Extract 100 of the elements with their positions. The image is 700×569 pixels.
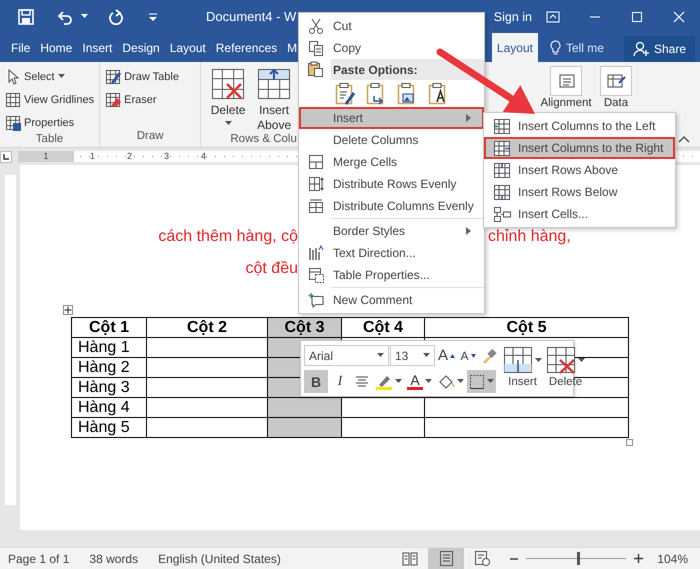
sign-in-link[interactable]: Sign in — [494, 10, 532, 24]
customize-icon[interactable] — [148, 12, 158, 22]
pencil-table-icon — [105, 68, 122, 84]
ribbon-tab[interactable]: Layout — [492, 33, 538, 62]
caret-icon — [487, 379, 494, 384]
menu-item[interactable]: Merge Cells — [299, 151, 484, 173]
ribbon-button[interactable]: Properties — [4, 112, 96, 133]
caret-icon — [81, 14, 88, 19]
tell-me-field[interactable]: Tell me — [538, 33, 616, 62]
caret-icon — [58, 74, 65, 79]
word-count: 38 words — [89, 552, 138, 566]
table-insert-above-icon — [493, 162, 511, 178]
menu-item[interactable]: Insert Columns to the Left — [484, 115, 675, 137]
table-insert-left-icon — [493, 118, 511, 134]
view-button[interactable] — [428, 548, 464, 569]
table-insert-icon — [503, 346, 534, 374]
table-cell: Hàng 1 — [72, 338, 146, 358]
table-properties-icon — [5, 114, 21, 130]
group-label: Rows & Colu — [229, 133, 298, 147]
menu-item[interactable]: Insert Columns to the Right — [484, 137, 675, 159]
ribbon-tab[interactable]: Layout — [164, 33, 211, 62]
ruler-number: 1 — [88, 151, 96, 162]
ribbon-button[interactable]: Delete — [205, 66, 252, 133]
maximize-icon[interactable] — [631, 10, 643, 22]
menu-item[interactable]: Table Properties... — [299, 264, 484, 286]
caret-icon — [395, 379, 402, 384]
person-add-icon — [632, 41, 649, 57]
ribbon-tab[interactable]: Insert — [77, 33, 118, 62]
center-align-icon — [355, 376, 369, 388]
zoom-level: 104% — [657, 552, 688, 566]
table-delete-icon — [211, 68, 246, 100]
share-button[interactable]: Share — [624, 36, 695, 62]
undo-icon[interactable] — [57, 8, 73, 24]
group-label: Draw — [136, 130, 165, 144]
table-cell: Hàng 5 — [72, 418, 146, 438]
menu-item[interactable]: Text Direction... — [299, 242, 484, 264]
insert-button[interactable]: Insert — [503, 344, 542, 393]
table-move-handle-icon[interactable] — [63, 305, 73, 315]
save-icon[interactable] — [17, 8, 35, 26]
ribbon-display-icon[interactable] — [546, 10, 560, 22]
italic-button[interactable]: I — [329, 370, 351, 393]
heading-text: cách thêm hàng, cộ — [157, 228, 298, 246]
submenu-arrow-icon — [466, 227, 471, 235]
ribbon-button[interactable]: Data — [594, 66, 638, 110]
paint-bucket-icon — [437, 374, 455, 390]
close-icon[interactable] — [673, 10, 685, 22]
ribbon-tab[interactable]: References — [210, 33, 282, 62]
table-insert-above-icon — [257, 68, 292, 100]
borders-icon — [469, 374, 485, 390]
paintbrush-icon — [481, 348, 498, 364]
column-header[interactable]: Cột 2 — [146, 318, 268, 338]
column-header[interactable]: Cột 5 — [424, 318, 628, 338]
ribbon-button[interactable]: Select — [4, 66, 96, 87]
ribbon-tab[interactable]: Home — [35, 33, 78, 62]
clipboard-icon — [307, 61, 324, 78]
ribbon-button[interactable]: Draw Table — [104, 66, 196, 87]
column-header[interactable]: Cột 4 — [342, 318, 424, 338]
ribbon-button[interactable]: Insert Above — [251, 66, 298, 133]
menu-item[interactable]: New Comment — [299, 289, 484, 311]
table-cell: Hàng 3 — [72, 378, 146, 398]
heading-text: chỉnh hàng, — [488, 228, 572, 246]
zoom-in-icon[interactable] — [634, 554, 644, 563]
caret-icon — [224, 121, 232, 126]
menu-item[interactable]: Insert — [299, 107, 484, 129]
submenu-arrow-icon — [466, 114, 471, 122]
bold-button[interactable]: B — [304, 370, 328, 393]
table-insert-below-icon — [493, 184, 511, 200]
font-size-field[interactable]: 13 — [390, 345, 435, 366]
column-header[interactable]: Cột 3 — [268, 318, 342, 338]
menu-item[interactable]: Border Styles — [299, 220, 484, 242]
menu-item[interactable]: Insert Rows Above — [484, 159, 675, 181]
lightbulb-icon — [550, 40, 561, 55]
ribbon-tab[interactable]: Design — [117, 33, 165, 62]
column-header[interactable]: Cột 1 — [72, 318, 146, 338]
font-name-field[interactable]: Arial — [304, 345, 389, 366]
menu-item[interactable]: Distribute Columns Evenly — [299, 195, 484, 217]
zoom-slider-thumb[interactable] — [577, 552, 580, 565]
menu-item[interactable]: Distribute Rows Evenly — [299, 173, 484, 195]
menu-item[interactable]: Insert Rows Below — [484, 181, 675, 203]
page-lines-icon — [438, 550, 454, 567]
font-color-button[interactable]: A — [405, 370, 434, 393]
ribbon-tab[interactable]: File — [6, 33, 36, 62]
merge-cells-icon — [308, 154, 326, 170]
menu-item[interactable]: Delete Columns — [299, 129, 484, 151]
delete-button[interactable]: Delete — [546, 344, 586, 393]
caret-icon — [425, 379, 432, 384]
menu-item[interactable]: Insert Cells... — [484, 203, 675, 225]
ribbon-button[interactable]: Eraser — [104, 89, 196, 110]
borders-button[interactable] — [467, 370, 496, 393]
tab-stop-icon[interactable] — [0, 150, 12, 162]
table-resize-handle-icon[interactable] — [626, 439, 633, 446]
clipboard-brush-icon[interactable] — [334, 82, 356, 106]
window-title: Document4 - W — [206, 9, 296, 24]
shrink-font-button[interactable]: A — [458, 344, 478, 367]
caret-icon — [535, 358, 542, 362]
grow-font-button[interactable]: A — [436, 344, 458, 367]
redo-icon[interactable] — [108, 8, 124, 24]
ribbon-button[interactable]: View Gridlines — [4, 89, 96, 110]
collapse-ribbon-icon[interactable] — [678, 135, 690, 143]
table-properties-icon — [308, 266, 326, 284]
